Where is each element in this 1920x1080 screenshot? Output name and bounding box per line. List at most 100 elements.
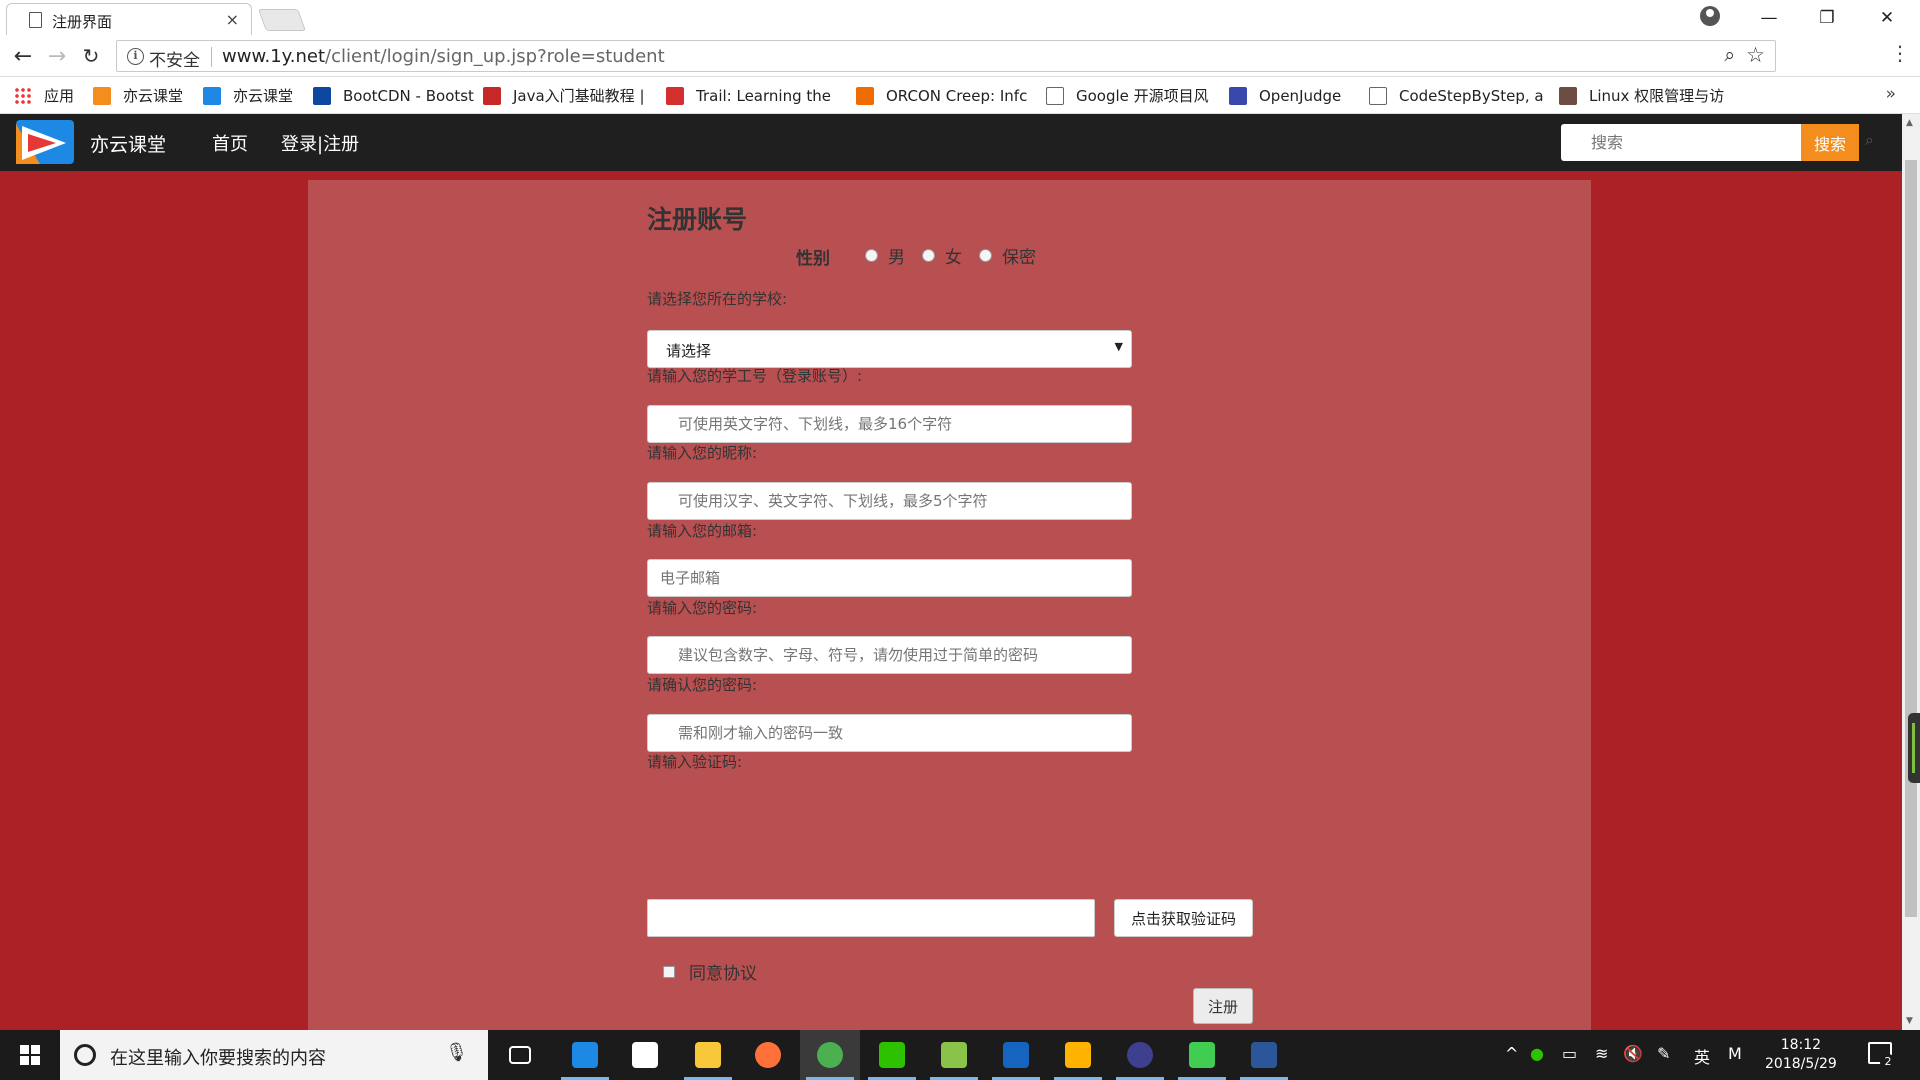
scroll-down-icon[interactable]: ▼: [1906, 1016, 1913, 1026]
reload-icon[interactable]: ↻: [76, 41, 106, 71]
taskbar-app[interactable]: [1048, 1030, 1108, 1080]
tray-overflow-icon[interactable]: ^: [1505, 1044, 1518, 1063]
captcha-input[interactable]: [647, 899, 1095, 937]
taskbar-app[interactable]: [490, 1030, 550, 1080]
taskbar-app[interactable]: [800, 1030, 860, 1080]
wifi-icon[interactable]: ≋: [1595, 1044, 1608, 1063]
nav-home[interactable]: 首页: [212, 130, 248, 156]
taskbar-app[interactable]: [862, 1030, 922, 1080]
eclipse-icon: [1127, 1042, 1153, 1068]
taskbar-app[interactable]: [555, 1030, 615, 1080]
yiyun-logo[interactable]: [16, 120, 74, 164]
register-submit-button[interactable]: 注册: [1193, 988, 1253, 1024]
bookmark-item[interactable]: 亦云课堂: [195, 78, 305, 114]
taskbar-app[interactable]: [924, 1030, 984, 1080]
back-icon[interactable]: ←: [8, 41, 38, 71]
radio-label: 保密: [1002, 248, 1036, 268]
forward-icon[interactable]: →: [42, 41, 72, 71]
new-tab-button[interactable]: [257, 9, 307, 31]
file-explorer-icon: [695, 1042, 721, 1068]
bookmark-item[interactable]: BootCDN - Bootstr: [305, 78, 475, 114]
bootcdn-icon: [313, 86, 331, 105]
taskbar-search-box[interactable]: 在这里输入你要搜索的内容 🎙: [60, 1030, 488, 1080]
search-icon: ⌕: [1865, 130, 1874, 149]
bookmark-label: ORCON Creep: Infc: [886, 86, 1028, 105]
gender-option-male[interactable]: 男: [865, 243, 905, 268]
bookmarks-overflow-icon[interactable]: »: [1886, 84, 1896, 104]
microphone-icon[interactable]: 🎙: [445, 1042, 468, 1063]
agree-terms[interactable]: 同意协议: [663, 959, 757, 984]
bookmark-item[interactable]: Trail: Learning the: [658, 78, 848, 114]
start-button[interactable]: [0, 1030, 60, 1080]
bookmark-star-icon[interactable]: ☆: [1746, 43, 1765, 67]
confirm-password-input[interactable]: [647, 714, 1132, 752]
nav-login-register[interactable]: 登录|注册: [281, 130, 359, 156]
student-id-label: 请输入您的学工号（登录账号）:: [647, 367, 863, 385]
bookmark-item[interactable]: 亦云课堂: [85, 78, 195, 114]
close-window-icon[interactable]: ✕: [1858, 0, 1916, 35]
page-scrollbar[interactable]: ▲ ▼: [1902, 114, 1920, 1030]
taskbar-clock[interactable]: 18:12 2018/5/29: [1765, 1036, 1837, 1074]
bookmark-label: Java入门基础教程 |: [513, 87, 645, 105]
get-captcha-button[interactable]: 点击获取验证码: [1114, 899, 1253, 937]
zoom-icon[interactable]: ⌕: [1724, 44, 1735, 66]
tab-title: 注册界面: [52, 13, 113, 31]
tab-close-icon[interactable]: ×: [226, 10, 239, 29]
bookmark-item[interactable]: Google 开源项目风: [1038, 78, 1221, 114]
info-icon[interactable]: i: [127, 48, 144, 65]
taskbar-app[interactable]: [1110, 1030, 1170, 1080]
bookmark-item[interactable]: Java入门基础教程 |: [475, 78, 658, 114]
bookmark-item[interactable]: ORCON Creep: Infc: [848, 78, 1038, 114]
agree-checkbox[interactable]: [663, 965, 675, 978]
password-input[interactable]: [647, 636, 1132, 674]
radio-button[interactable]: [979, 249, 992, 262]
url-text[interactable]: www.1y.net/client/login/sign_up.jsp?role…: [222, 46, 665, 67]
site-brand[interactable]: 亦云课堂: [90, 130, 166, 157]
radio-label: 男: [888, 248, 905, 268]
restore-icon[interactable]: ❐: [1798, 0, 1856, 35]
email-input[interactable]: [647, 559, 1132, 597]
taskbar-app[interactable]: [615, 1030, 675, 1080]
radio-button[interactable]: [865, 249, 878, 262]
bookmark-item[interactable]: 应用: [0, 78, 85, 114]
gender-option-secret[interactable]: 保密: [979, 243, 1036, 268]
notification-badge: 2: [1880, 1054, 1896, 1070]
battery-icon[interactable]: ▭: [1562, 1044, 1577, 1063]
yiyun-logo-icon: [93, 86, 111, 105]
java-icon: [483, 86, 501, 105]
taskbar-app[interactable]: [738, 1030, 798, 1080]
radio-button[interactable]: [922, 249, 935, 262]
taskbar-app[interactable]: [678, 1030, 738, 1080]
bookmark-item[interactable]: OpenJudge: [1221, 78, 1361, 114]
site-search-button[interactable]: 搜索: [1801, 124, 1859, 161]
bookmark-item[interactable]: Linux 权限管理与访: [1551, 78, 1741, 114]
browser-menu-icon[interactable]: ⋮: [1890, 41, 1910, 65]
devcpp-icon: [1003, 1042, 1029, 1068]
site-search-input[interactable]: [1561, 124, 1801, 161]
site-header: 亦云课堂 首页 登录|注册 搜索 ⌕: [0, 114, 1902, 171]
pen-icon[interactable]: ✎: [1657, 1044, 1670, 1063]
ime-mode-indicator[interactable]: M: [1728, 1044, 1742, 1063]
scroll-up-icon[interactable]: ▲: [1906, 118, 1913, 128]
address-bar[interactable]: i 不安全 www.1y.net/client/login/sign_up.js…: [116, 40, 1776, 72]
scrollbar-thumb[interactable]: [1905, 160, 1917, 917]
side-widget-handle[interactable]: [1908, 713, 1920, 783]
bookmark-item[interactable]: CodeStepByStep, a: [1361, 78, 1551, 114]
firefox-icon: [755, 1042, 781, 1068]
volume-muted-icon[interactable]: 🔇: [1623, 1044, 1643, 1063]
nickname-input[interactable]: [647, 482, 1132, 520]
ime-indicator[interactable]: 英: [1694, 1044, 1710, 1068]
browser-tab-active[interactable]: 注册界面 ×: [6, 3, 252, 35]
profile-icon[interactable]: [1700, 6, 1720, 26]
gender-option-female[interactable]: 女: [922, 243, 962, 268]
browser-toolbar: ← → ↻ i 不安全 www.1y.net/client/login/sign…: [0, 35, 1920, 77]
student-id-input[interactable]: [647, 405, 1132, 443]
chevron-down-icon: ▼: [1114, 340, 1123, 353]
edge-icon: [572, 1042, 598, 1068]
school-select[interactable]: 请选择 ▼: [647, 330, 1132, 368]
minimize-icon[interactable]: —: [1740, 0, 1798, 35]
taskbar-app[interactable]: [1234, 1030, 1294, 1080]
wechat-tray-icon[interactable]: ●: [1530, 1044, 1544, 1063]
taskbar-app[interactable]: [986, 1030, 1046, 1080]
taskbar-app[interactable]: [1172, 1030, 1232, 1080]
